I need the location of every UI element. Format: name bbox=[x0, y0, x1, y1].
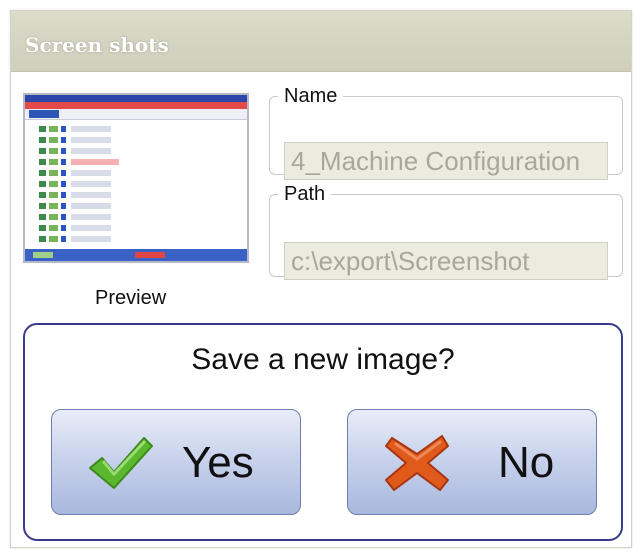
name-field[interactable]: 4_Machine Configuration bbox=[284, 142, 608, 180]
thumbnail-row bbox=[35, 235, 245, 243]
thumbnail-row bbox=[35, 213, 245, 221]
thumbnail-footer bbox=[25, 249, 247, 261]
screenshots-window: Screen shots Preview Name 4_Machine Conf… bbox=[10, 10, 632, 548]
thumbnail-row bbox=[35, 158, 245, 166]
no-label: No bbox=[498, 438, 555, 487]
preview-label: Preview bbox=[95, 287, 167, 309]
thumbnail-tree bbox=[35, 125, 245, 247]
thumbnail-tab bbox=[29, 110, 59, 118]
thumbnail-row bbox=[35, 136, 245, 144]
thumbnail-row bbox=[35, 202, 245, 210]
thumbnail-titlebar bbox=[25, 95, 247, 102]
path-legend: Path bbox=[284, 183, 326, 205]
thumbnail-row bbox=[35, 180, 245, 188]
checkmark-icon bbox=[89, 437, 153, 489]
window-title: Screen shots bbox=[25, 33, 169, 57]
path-group: Path c:\export\Screenshot bbox=[269, 183, 623, 280]
name-legend: Name bbox=[284, 85, 338, 107]
thumbnail-row bbox=[35, 125, 245, 133]
yes-label: Yes bbox=[182, 438, 254, 487]
yes-button[interactable]: Yes bbox=[51, 409, 301, 515]
preview-thumbnail bbox=[23, 93, 249, 263]
cross-icon bbox=[385, 435, 449, 491]
save-dialog: Save a new image? Yes No bbox=[23, 323, 623, 541]
path-field[interactable]: c:\export\Screenshot bbox=[284, 242, 608, 280]
title-bar: Screen shots bbox=[11, 11, 631, 72]
thumbnail-row bbox=[35, 147, 245, 155]
thumbnail-row bbox=[35, 191, 245, 199]
thumbnail-row bbox=[35, 224, 245, 232]
no-button[interactable]: No bbox=[347, 409, 597, 515]
thumbnail-row bbox=[35, 169, 245, 177]
thumbnail-redbar bbox=[25, 102, 247, 109]
dialog-question: Save a new image? bbox=[191, 343, 455, 376]
name-group: Name 4_Machine Configuration bbox=[269, 85, 623, 180]
